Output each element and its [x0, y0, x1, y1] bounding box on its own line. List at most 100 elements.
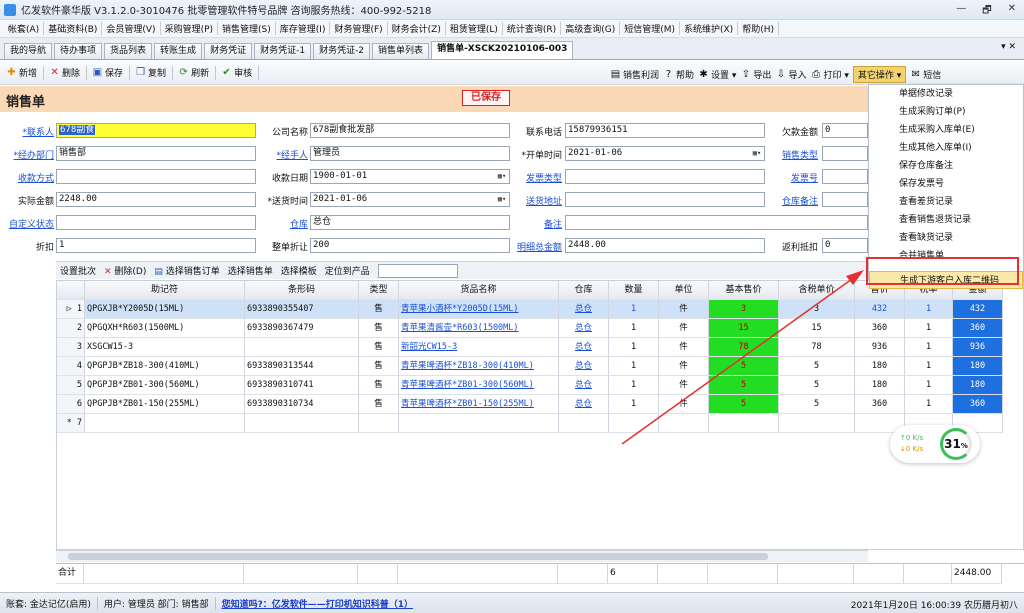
- dept-field[interactable]: 销售部: [56, 146, 256, 161]
- table-row[interactable]: 2 QPGQXH*R603(1500ML) 6933890367479 售青苹果清酱壶…: [57, 319, 1003, 338]
- contact-field[interactable]: 678副食: [56, 123, 256, 138]
- cell-empty[interactable]: [659, 414, 709, 433]
- custom-status-field[interactable]: [56, 215, 256, 230]
- warehouse-label[interactable]: 仓库: [266, 217, 308, 230]
- cell-qty[interactable]: 1: [609, 376, 659, 395]
- cell-unit[interactable]: 件: [659, 338, 709, 357]
- contact-label[interactable]: *联系人: [16, 125, 54, 138]
- cell-type[interactable]: 售: [359, 357, 399, 376]
- cell-taxprice[interactable]: 5: [779, 376, 855, 395]
- cell-taxprice[interactable]: 3: [779, 300, 855, 319]
- cell-tax[interactable]: 1: [905, 376, 953, 395]
- cell-name[interactable]: 青苹果啤酒杯*ZB01-300(560ML): [399, 376, 559, 395]
- rebate-field[interactable]: 0: [822, 238, 868, 253]
- cell-name[interactable]: 青苹果啤酒杯*ZB18-300(410ML): [399, 357, 559, 376]
- shipdate-field[interactable]: 2021-01-06 ▦▾: [310, 192, 510, 207]
- cell-barcode[interactable]: 6933890310741: [245, 376, 359, 395]
- cell-code[interactable]: QPGPJB*ZB01-150(255ML): [85, 395, 245, 414]
- menu-item[interactable]: 统计查询(R): [503, 22, 562, 35]
- warehouse-field[interactable]: 总仓: [310, 215, 510, 230]
- set-batch-button[interactable]: 设置批次: [60, 264, 96, 277]
- column-header[interactable]: 助记符: [85, 281, 245, 300]
- cell-name[interactable]: 青苹果啤酒杯*ZB01-150(255ML): [399, 395, 559, 414]
- cell-price[interactable]: 360: [855, 319, 905, 338]
- cell-type[interactable]: 售: [359, 319, 399, 338]
- invno-field[interactable]: [822, 169, 868, 184]
- cell-wh[interactable]: 总仓: [559, 395, 609, 414]
- cell-amount[interactable]: 180: [953, 357, 1003, 376]
- tab-6[interactable]: 财务凭证-2: [313, 43, 371, 59]
- cell-tax[interactable]: 1: [905, 395, 953, 414]
- tab-3[interactable]: 转账生成: [154, 43, 203, 59]
- menu-item[interactable]: 租赁管理(L): [446, 22, 503, 35]
- cell-empty[interactable]: [779, 414, 855, 433]
- calendar-dropdown-icon[interactable]: ▦▾: [751, 148, 763, 159]
- tab-2[interactable]: 货品列表: [104, 43, 153, 59]
- menu-item[interactable]: 基础资料(B): [44, 22, 103, 35]
- cell-tax[interactable]: 1: [905, 319, 953, 338]
- menu-item[interactable]: 系统维护(X): [680, 22, 739, 35]
- menu-item[interactable]: 采购管理(P): [161, 22, 219, 35]
- cell-empty[interactable]: [359, 414, 399, 433]
- cell-unit[interactable]: 件: [659, 300, 709, 319]
- status-news-link[interactable]: 您知道吗?：亿发软件——打印机知识科普（1）: [222, 597, 413, 610]
- cell-barcode[interactable]: 6933890367479: [245, 319, 359, 338]
- cell-name[interactable]: 青苹果清酱壶*R603(1500ML): [399, 319, 559, 338]
- saletype-field[interactable]: [822, 146, 868, 161]
- import-button[interactable]: ⇩ 导入: [775, 68, 807, 81]
- shipaddr-label[interactable]: 送货地址: [516, 194, 562, 207]
- column-header[interactable]: 类型: [359, 281, 399, 300]
- cell-qty[interactable]: 1: [609, 319, 659, 338]
- cell-qty[interactable]: 1: [609, 300, 659, 319]
- phone-field[interactable]: 15879936151: [565, 123, 765, 138]
- cell-type[interactable]: 售: [359, 376, 399, 395]
- cell-amount[interactable]: 180: [953, 376, 1003, 395]
- menu-item-4[interactable]: 保存仓库备注: [869, 157, 1023, 175]
- scroll-thumb[interactable]: [68, 553, 768, 560]
- network-widget[interactable]: ↑0 K/s ↓0 K/s 31%: [890, 425, 980, 463]
- menu-item-1[interactable]: 生成采购订单(P): [869, 103, 1023, 121]
- detailtotal-label[interactable]: 明细总金额: [512, 240, 562, 253]
- cell-name[interactable]: 新韶光CW15-3: [399, 338, 559, 357]
- cell-price[interactable]: 180: [855, 376, 905, 395]
- cell-amount[interactable]: 432: [953, 300, 1003, 319]
- wholediscount-field[interactable]: 200: [310, 238, 510, 253]
- invtype-label[interactable]: 发票类型: [516, 171, 562, 184]
- select-sales-bill-button[interactable]: 选择销售单: [228, 264, 273, 277]
- sms-button[interactable]: ✉ 短信: [910, 68, 942, 81]
- cell-wh[interactable]: 总仓: [559, 357, 609, 376]
- copy-button[interactable]: ❐ 复制: [135, 66, 166, 79]
- menu-item[interactable]: 帮助(H): [738, 22, 779, 35]
- column-header[interactable]: 含税单价: [779, 281, 855, 300]
- cell-name[interactable]: 青苹果小酒杯*Y2005D(15ML): [399, 300, 559, 319]
- plus-button[interactable]: ✚ 新增: [6, 66, 37, 79]
- cell-qty[interactable]: 1: [609, 395, 659, 414]
- cell-barcode[interactable]: 6933890310734: [245, 395, 359, 414]
- cell-amount[interactable]: 936: [953, 338, 1003, 357]
- cell-qty[interactable]: 1: [609, 357, 659, 376]
- tab-4[interactable]: 财务凭证: [204, 43, 253, 59]
- menu-item-3[interactable]: 生成其他入库单(I): [869, 139, 1023, 157]
- table-row[interactable]: 5 QPGPJB*ZB01-300(560ML) 6933890310741 售青苹果…: [57, 376, 1003, 395]
- select-template-button[interactable]: 选择模板: [281, 264, 317, 277]
- handler-field[interactable]: 管理员: [310, 146, 510, 161]
- shipaddr-field[interactable]: [565, 192, 765, 207]
- opendate-field[interactable]: 2021-01-06 ▦▾: [565, 146, 765, 161]
- calendar-dropdown-icon[interactable]: ▦▾: [496, 171, 508, 182]
- cell-taxprice[interactable]: 5: [779, 357, 855, 376]
- saletype-label[interactable]: 销售类型: [776, 148, 818, 161]
- wnote-label[interactable]: 仓库备注: [776, 194, 818, 207]
- cell-code[interactable]: QPGQXH*R603(1500ML): [85, 319, 245, 338]
- column-header[interactable]: 基本售价: [709, 281, 779, 300]
- cell-barcode[interactable]: 6933890313544: [245, 357, 359, 376]
- menu-item-6[interactable]: 查看差货记录: [869, 193, 1023, 211]
- menu-item[interactable]: 高级查询(G): [561, 22, 621, 35]
- detailtotal-field[interactable]: 2448.00: [565, 238, 765, 253]
- cell-price[interactable]: 360: [855, 395, 905, 414]
- cell-wh[interactable]: 总仓: [559, 376, 609, 395]
- cell-taxprice[interactable]: 15: [779, 319, 855, 338]
- cell-price[interactable]: 432: [855, 300, 905, 319]
- cell-wh[interactable]: 总仓: [559, 300, 609, 319]
- cell-tax[interactable]: 1: [905, 338, 953, 357]
- menu-item-5[interactable]: 保存发票号: [869, 175, 1023, 193]
